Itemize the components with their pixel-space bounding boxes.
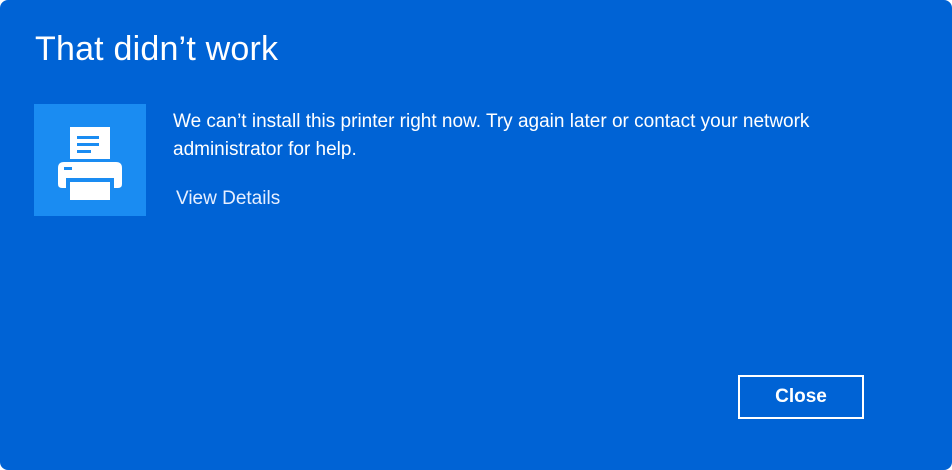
dialog-title: That didn’t work — [35, 30, 279, 68]
error-dialog: That didn’t work We can’t install this p… — [0, 0, 952, 470]
view-details-link[interactable]: View Details — [176, 188, 280, 210]
printer-icon — [58, 127, 122, 200]
error-message: We can’t install this printer right now.… — [173, 111, 810, 160]
printer-icon-tile — [34, 104, 146, 216]
close-button[interactable]: Close — [738, 375, 864, 419]
